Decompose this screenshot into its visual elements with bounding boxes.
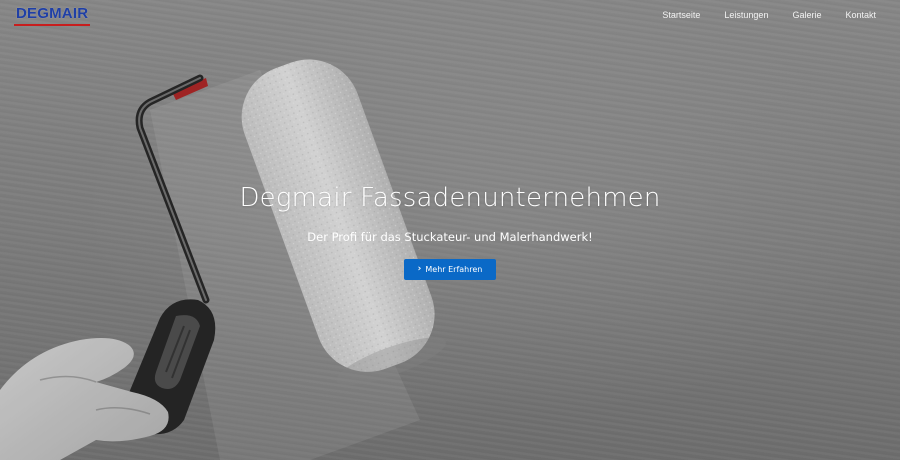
brand-logo-text: DEGMAIR [16,5,89,22]
mehr-erfahren-label: Mehr Erfahren [425,265,483,274]
mehr-erfahren-button[interactable]: › Mehr Erfahren [403,259,497,280]
hero-subtitle: Der Profi für das Stuckateur- und Malerh… [307,230,593,244]
nav-item-leistungen[interactable]: Leistungen [712,10,780,20]
chevron-right-icon: › [417,264,422,274]
hero-content: Degmair Fassadenunternehmen Der Profi fü… [0,183,900,280]
hero-title: Degmair Fassadenunternehmen [239,183,661,213]
nav-item-kontakt[interactable]: Kontakt [833,10,876,20]
main-nav: Startseite Leistungen Galerie Kontakt [650,10,876,20]
nav-item-startseite[interactable]: Startseite [650,10,712,20]
nav-item-galerie[interactable]: Galerie [780,10,833,20]
brand-logo[interactable]: DEGMAIR [14,4,91,26]
